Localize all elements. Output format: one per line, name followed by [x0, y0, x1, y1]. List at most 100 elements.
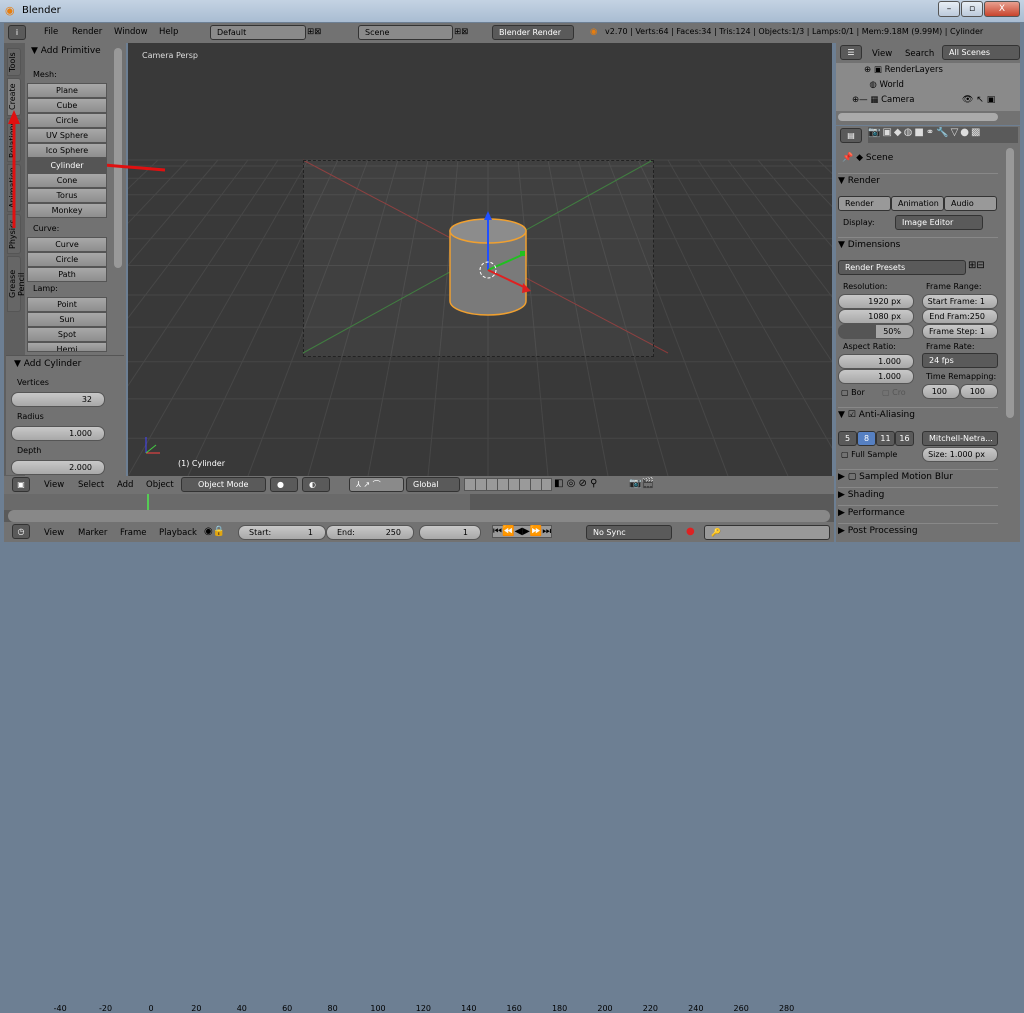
mesh-uv-sphere-button[interactable]: UV Sphere [27, 128, 107, 143]
aa-samples-11[interactable]: 11 [876, 431, 895, 446]
mesh-cone-button[interactable]: Cone [27, 173, 107, 188]
crop-checkbox[interactable]: ▢ Cro [882, 388, 906, 397]
keying-set-field[interactable]: 🔑 [704, 525, 830, 540]
render-engine-select[interactable]: Blender Render [492, 25, 574, 40]
render-presets-select[interactable]: Render Presets [838, 260, 966, 275]
depth-field[interactable]: 2.000 [11, 460, 105, 475]
menu-render[interactable]: Render [72, 27, 102, 37]
vertices-field[interactable]: 32 [11, 392, 105, 407]
manipulator-buttons[interactable]: ⅄ ↗ ⌒ [349, 477, 404, 492]
context-tabs[interactable]: 📷▣◆◍■⚭🔧▽●▩ [868, 127, 1018, 143]
timeline[interactable]: -40 -20 0 20 40 60 80 100 120 140 160 180 200 220 240 2… [4, 494, 834, 1013]
mesh-ico-sphere-button[interactable]: Ico Sphere [27, 143, 107, 158]
add-scene-icon[interactable]: ⊞⊠ [454, 27, 468, 37]
record-icon[interactable]: ● [686, 526, 695, 537]
minimize-button[interactable]: – [938, 1, 960, 17]
aspect-x[interactable]: 1.000 [838, 354, 914, 369]
timeline-editor-icon[interactable]: ◷ [12, 524, 30, 539]
info-editor-icon[interactable]: i [8, 25, 26, 40]
layout-select[interactable]: Default [210, 25, 306, 40]
pivot-select[interactable]: ◐ [302, 477, 330, 492]
tab-animation[interactable]: Animation [7, 164, 21, 212]
add-cylinder-header[interactable]: ▼ Add Cylinder [14, 359, 81, 369]
lamp-sun-button[interactable]: Sun [27, 312, 107, 327]
editor-type-icon[interactable]: ▣ [12, 477, 30, 492]
menu-object[interactable]: Object [146, 480, 174, 490]
aa-samples-8[interactable]: 8 [857, 431, 876, 446]
display-select[interactable]: Image Editor [895, 215, 983, 230]
menu-view[interactable]: View [44, 528, 64, 538]
tab-tools[interactable]: Tools [7, 48, 21, 76]
performance-panel-header[interactable]: ▶ Performance [838, 505, 998, 523]
preview-range-icons[interactable]: ◉🔒 [204, 526, 225, 537]
sync-select[interactable]: No Sync [586, 525, 672, 540]
outliner-filter-select[interactable]: All Scenes [942, 45, 1020, 60]
full-sample-checkbox[interactable]: ▢ Full Sample [841, 450, 897, 459]
aa-samples-16[interactable]: 16 [895, 431, 914, 446]
menu-frame[interactable]: Frame [120, 528, 146, 538]
end-frame-field[interactable]: End: 250 [326, 525, 414, 540]
outliner-menu-search[interactable]: Search [905, 49, 934, 59]
curve-curve-button[interactable]: Curve [27, 237, 107, 252]
shading-panel-header[interactable]: ▶ Shading [838, 487, 998, 505]
menu-add[interactable]: Add [117, 480, 133, 490]
add-layout-icon[interactable]: ⊞⊠ [307, 27, 321, 37]
start-frame[interactable]: Start Frame: 1 [922, 294, 998, 309]
render-button[interactable]: Render [838, 196, 891, 211]
mode-select[interactable]: Object Mode [181, 477, 266, 492]
dimensions-panel-header[interactable]: ▼ Dimensions [838, 237, 998, 255]
start-frame-field[interactable]: Start: 1 [238, 525, 326, 540]
border-checkbox[interactable]: ▢ Bor [841, 388, 865, 397]
orientation-select[interactable]: Global [406, 477, 460, 492]
layer-buttons[interactable] [464, 478, 552, 491]
tab-physics[interactable]: Physics [7, 214, 21, 254]
aa-samples-5[interactable]: 5 [838, 431, 857, 446]
animation-button[interactable]: Animation [891, 196, 944, 211]
audio-button[interactable]: Audio [944, 196, 997, 211]
tool-shelf-scrollbar[interactable] [114, 48, 122, 268]
current-frame-field[interactable]: 1 [419, 525, 481, 540]
add-primitive-header[interactable]: ▼ Add Primitive [31, 46, 101, 56]
3d-viewport[interactable]: Camera Persp (1) Cylinder [128, 43, 832, 476]
mesh-torus-button[interactable]: Torus [27, 188, 107, 203]
post-processing-panel-header[interactable]: ▶ Post Processing [838, 523, 998, 541]
cylinder-object[interactable] [438, 203, 548, 333]
resolution-x[interactable]: 1920 px [838, 294, 914, 309]
lamp-hemi-button[interactable]: Hemi [27, 342, 107, 352]
menu-playback[interactable]: Playback [159, 528, 197, 538]
lamp-spot-button[interactable]: Spot [27, 327, 107, 342]
properties-scrollbar[interactable] [1006, 148, 1014, 418]
playback-controls[interactable]: ⏮⏪◀▶⏩⏭ [492, 525, 553, 538]
curve-circle-button[interactable]: Circle [27, 252, 107, 267]
outliner-item-camera[interactable]: ⊕— ▦ Camera [852, 95, 914, 105]
menu-help[interactable]: Help [159, 27, 178, 37]
render-preview-icons[interactable]: 📷🎬 [629, 478, 654, 489]
mesh-plane-button[interactable]: Plane [27, 83, 107, 98]
anti-aliasing-panel-header[interactable]: ▼ ☑ Anti-Aliasing [838, 407, 998, 425]
radius-field[interactable]: 1.000 [11, 426, 105, 441]
outliner-editor-icon[interactable]: ☰ [840, 45, 862, 60]
outliner-menu-view[interactable]: View [872, 49, 892, 59]
motion-blur-panel-header[interactable]: ▶ ▢ Sampled Motion Blur [838, 469, 998, 487]
snap-icons[interactable]: ◧ ◎ ⊘ ⚲ [554, 478, 597, 489]
mesh-monkey-button[interactable]: Monkey [27, 203, 107, 218]
aspect-y[interactable]: 1.000 [838, 369, 914, 384]
tab-create[interactable]: Create [7, 78, 21, 116]
menu-select[interactable]: Select [78, 480, 104, 490]
end-frame[interactable]: End Fram:250 [922, 309, 998, 324]
outliner-item-world[interactable]: ◍ World [864, 80, 904, 90]
outliner-item-renderlayers[interactable]: ⊕ ▣ RenderLayers [864, 65, 943, 75]
properties-editor-icon[interactable]: ▤ [840, 128, 862, 143]
fps-select[interactable]: 24 fps [922, 353, 998, 368]
menu-window[interactable]: Window [114, 27, 148, 37]
preset-add-remove-icons[interactable]: ⊞⊟ [968, 260, 985, 271]
aa-filter-select[interactable]: Mitchell-Netra... [922, 431, 998, 446]
close-button[interactable]: X [984, 1, 1020, 17]
menu-file[interactable]: File [44, 27, 58, 37]
mesh-cube-button[interactable]: Cube [27, 98, 107, 113]
menu-view[interactable]: View [44, 480, 64, 490]
timeline-ruler[interactable] [8, 510, 830, 522]
curve-path-button[interactable]: Path [27, 267, 107, 282]
mesh-circle-button[interactable]: Circle [27, 113, 107, 128]
current-frame-indicator[interactable] [147, 494, 149, 510]
